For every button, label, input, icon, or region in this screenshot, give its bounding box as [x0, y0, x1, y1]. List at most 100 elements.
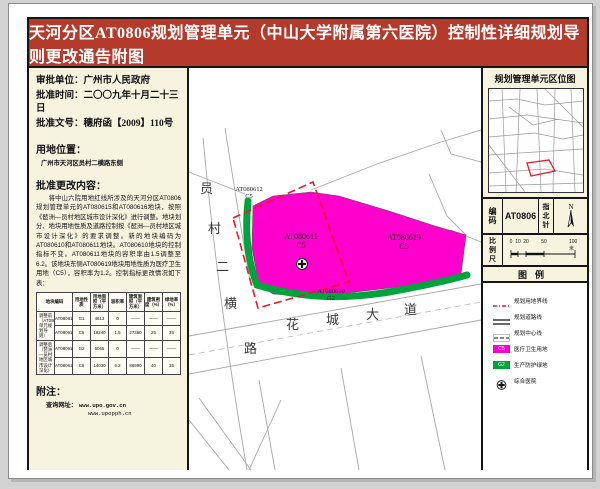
legend: 规划用地界线 规划道路线 规划中心线 C5 医疗卫生用地: [483, 283, 587, 385]
scale-label-cell: 比例尺: [483, 235, 503, 265]
road-name-char: 道: [404, 299, 417, 318]
green-belt-swatch: G2: [493, 361, 510, 369]
parcel-code: AT080610: [301, 288, 361, 295]
group-label: 调整前（AT0806单元规划导则）: [37, 311, 55, 340]
road-name-char: 村: [208, 218, 221, 237]
paper-sheet: 天河分区AT0806规划管理单元（中山大学附属第六医院）控制性详细规划导则更改通…: [8, 3, 593, 479]
dashed-line-icon: [493, 329, 510, 337]
code-compass-row: 编码 AT0806 指北针 N: [483, 199, 587, 235]
location-heading: 用地位置：: [36, 141, 181, 156]
cell: 25: [145, 326, 163, 341]
cell: ——: [127, 311, 145, 326]
cell: 40: [145, 357, 163, 374]
code-label-cell: 编码: [483, 199, 503, 233]
cell: ——: [127, 340, 145, 357]
parcel-use: G2: [301, 295, 361, 302]
page-title: 天河分区AT0806规划管理单元（中山大学附属第六医院）控制性详细规划导则更改通…: [29, 19, 587, 67]
query-label-text: 查询网址：: [46, 402, 77, 409]
cell: ——: [145, 311, 163, 326]
cell: 0: [109, 340, 127, 357]
scale-tick: 0: [510, 239, 513, 245]
road-name-char: 大: [366, 304, 379, 323]
control-indicators-table: 地块编码 用地性质 用地面积（平方米） 容积率 建筑面积（平方米） 建筑密度（%…: [36, 292, 181, 375]
hospital-cross-icon: [297, 259, 308, 270]
parcel-label-611: AT080611 C5: [271, 232, 331, 250]
scale-label: 比例尺: [489, 237, 496, 264]
cell: 18240: [91, 326, 109, 341]
approval-block: 审批单位：广州市人民政府 批准时间：二〇〇九年十月二十三日 批准文号：穗府函【2…: [36, 75, 181, 131]
cell: AT080616: [55, 326, 73, 341]
unit-code-value: AT0806: [503, 199, 539, 233]
legend-label: 规划道路线: [514, 313, 542, 321]
legend-item-greenbelt: G2 生产防护绿地: [493, 361, 587, 369]
legend-label: 生产防护绿地: [514, 361, 548, 369]
cell: 27360: [127, 326, 145, 341]
road-name-char: 员: [200, 178, 213, 197]
table-row: AT080616 C5 18240 1.5 27360 25 35: [37, 326, 181, 341]
cell: 6.2: [109, 357, 127, 374]
legend-heading: 图例: [483, 267, 587, 283]
content-frame: 天河分区AT0806规划管理单元（中山大学附属第六医院）控制性详细规划导则更改通…: [27, 17, 589, 470]
group-label: 调整后（琶洲—员村地区城市设计深化）: [37, 340, 55, 374]
table-header-row: 地块编码 用地性质 用地面积（平方米） 容积率 建筑面积（平方米） 建筑密度（%…: [37, 293, 181, 312]
cell: C5: [73, 326, 91, 341]
cell: 6065: [91, 340, 109, 357]
legend-item-road: 规划道路线: [493, 313, 587, 321]
legend-label: 医疗卫生用地: [514, 345, 548, 353]
location-map-thumbnail: [488, 88, 584, 193]
parcel-code: AT080611: [271, 232, 331, 241]
col-header: 容积率: [109, 293, 127, 312]
legend-item-medical: C5 医疗卫生用地: [493, 345, 587, 353]
query-url-1: www.upo.gov.cn: [79, 402, 126, 409]
col-header: 用地性质: [73, 293, 91, 312]
approval-unit: 审批单位：广州市人民政府: [36, 75, 181, 88]
cell: 86990: [127, 357, 145, 374]
parcel-use: C5: [374, 242, 434, 251]
road-name-char: 横: [224, 293, 237, 312]
scale-tick: 20: [523, 239, 529, 245]
parcel-use: C5: [225, 193, 273, 200]
cell: AT080611: [55, 357, 73, 374]
cell: 35: [163, 326, 181, 341]
plan-map-canvas: [189, 68, 481, 470]
approval-time: 批准时间：二〇〇九年十月二十三日: [36, 90, 181, 116]
legend-label: 规划用地界线: [514, 297, 548, 305]
col-header: 建筑密度（%）: [145, 293, 163, 312]
cell: ——: [163, 311, 181, 326]
changes-heading: 批准更改内容：: [36, 177, 181, 192]
notes-heading: 附注：: [36, 383, 181, 398]
parcel-label-619: AT080619 C5: [374, 233, 434, 251]
parcel-label-612: AT080612 C5: [225, 186, 273, 200]
medical-land-swatch: C5: [493, 345, 510, 353]
col-header: 地块编码: [37, 293, 73, 312]
road-name-char: 路: [244, 338, 257, 357]
cell: AT080615: [55, 311, 73, 326]
road-name-char: 二: [216, 256, 229, 275]
table-row: 调整后（琶洲—员村地区城市设计深化） AT080610 G2 6065 0 ——…: [37, 340, 181, 357]
road-name-char: 城: [326, 309, 339, 328]
cell: ——: [145, 340, 163, 357]
cell: AT080610: [55, 340, 73, 357]
compass-label: 指北针: [543, 203, 550, 230]
col-header: 绿地率（%）: [163, 293, 181, 312]
map-key-panel: 规划管理单元区位图: [481, 68, 587, 470]
location-map-title: 规划管理单元区位图: [488, 72, 582, 85]
plan-map: AT080612 C5 AT080611 C5 AT080619 C5 AT08…: [189, 68, 481, 470]
hospital-cross-icon: [493, 377, 510, 385]
table-row: AT080611 C5 14030 6.2 86990 40 35: [37, 357, 181, 374]
cell: 1.5: [109, 326, 127, 341]
legend-label: 规划中心线: [514, 329, 542, 337]
scale-bar: 0 10 20 50 100米: [503, 235, 587, 265]
parcel-code: AT080619: [374, 233, 434, 242]
cell: ——: [163, 340, 181, 357]
info-panel: 审批单位：广州市人民政府 批准时间：二〇〇九年十月二十三日 批准文号：穗府函【2…: [29, 68, 189, 470]
double-line-icon: [493, 313, 510, 321]
cell: 14030: [91, 357, 109, 374]
query-url-2: www.upopph.cn: [88, 410, 181, 418]
cell: 0: [109, 311, 127, 326]
scale-row: 比例尺 0 10 20 50 100米: [483, 235, 587, 267]
cell: 35: [163, 357, 181, 374]
compass-label-cell: 指北针: [539, 199, 554, 233]
red-dashdot-line-icon: [493, 297, 510, 305]
north-arrow-icon: N: [554, 199, 587, 233]
